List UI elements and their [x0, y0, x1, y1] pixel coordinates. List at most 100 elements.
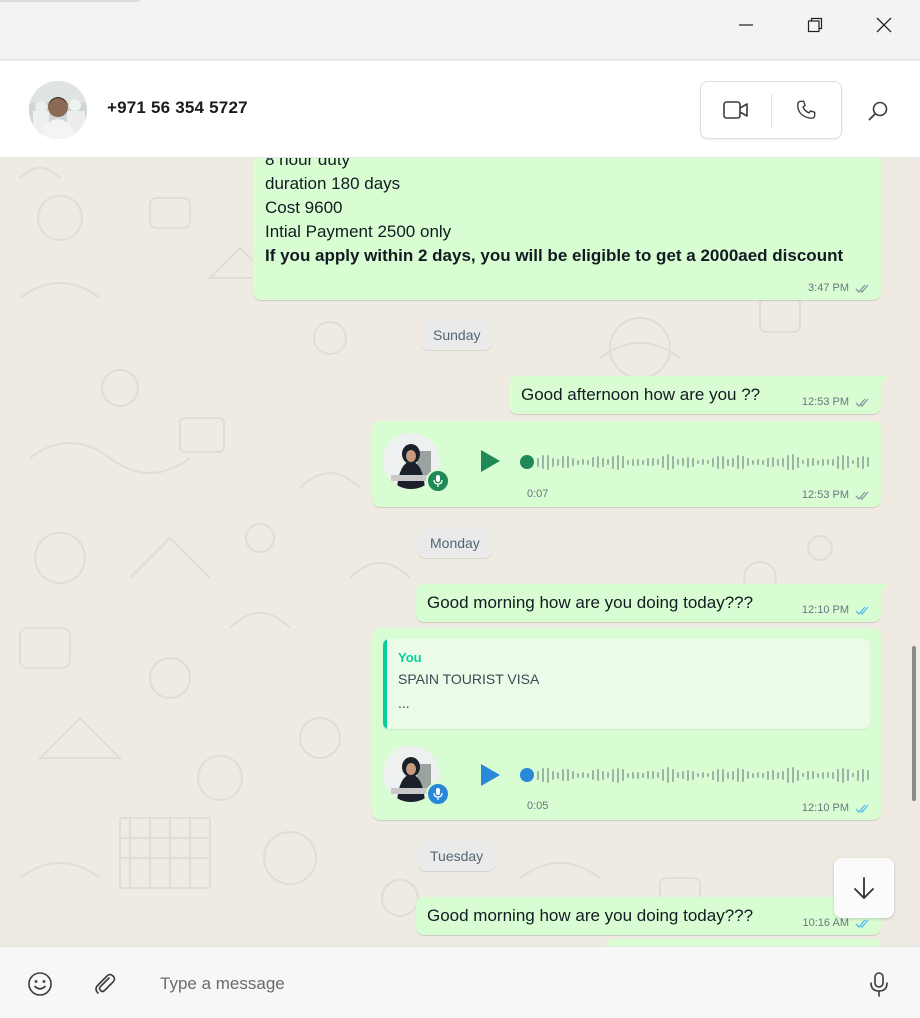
waveform-bar	[647, 458, 649, 466]
date-separator: Sunday	[421, 320, 493, 350]
scroll-to-bottom-button[interactable]	[834, 858, 894, 918]
waveform-bar	[787, 767, 789, 783]
chat-header: +971 56 354 5727	[0, 61, 920, 158]
attach-button[interactable]	[92, 971, 118, 997]
waveform-bar	[782, 457, 784, 467]
message-bubble-outgoing[interactable]: 8 hour duty duration 180 days Cost 9600 …	[253, 158, 881, 300]
chat-messages-area[interactable]: 8 hour duty duration 180 days Cost 9600 …	[0, 158, 920, 946]
message-bubble-outgoing[interactable]: Good morning how are you doing today??? …	[416, 897, 889, 935]
quoted-message[interactable]: You SPAIN TOURIST VISA ...	[383, 639, 870, 729]
waveform-bar	[592, 770, 594, 780]
waveform-bar	[792, 767, 794, 783]
voice-mic-badge	[426, 469, 450, 493]
waveform-bar	[727, 771, 729, 779]
waveform-bar	[607, 459, 609, 465]
waveform-bar	[842, 767, 844, 783]
waveform-bar	[542, 455, 544, 469]
waveform-bar	[767, 457, 769, 467]
message-meta: 12:10 PM	[802, 802, 871, 814]
arrow-down-icon	[854, 877, 874, 899]
message-time: 3:47 PM	[808, 282, 849, 294]
minimize-button[interactable]	[723, 8, 769, 42]
message-bubble-outgoing[interactable]: Good morning how are you doing today??? …	[416, 584, 889, 622]
waveform-bar	[857, 456, 859, 468]
contact-name[interactable]: +971 56 354 5727	[107, 98, 248, 118]
minimize-icon	[739, 24, 753, 26]
waveform-bar	[622, 769, 624, 781]
double-check-icon	[855, 491, 869, 500]
date-separator: Tuesday	[418, 841, 496, 871]
waveform-bar	[542, 768, 544, 782]
message-meta: 12:10 PM	[802, 604, 871, 616]
message-meta: 12:53 PM	[802, 489, 871, 501]
voice-play-button[interactable]	[476, 448, 502, 474]
close-window-button[interactable]	[861, 8, 907, 42]
chat-scrollbar[interactable]	[912, 646, 916, 801]
waveform-bar	[652, 771, 654, 779]
waveform-bar	[672, 768, 674, 782]
waveform-bar	[632, 458, 634, 466]
voice-message-bubble-with-reply[interactable]: You SPAIN TOURIST VISA ... 0:05 12:10 PM	[372, 628, 881, 820]
waveform-bar	[627, 459, 629, 465]
waveform-bar	[567, 769, 569, 781]
message-meta: 12:53 PM	[802, 396, 871, 408]
microphone-icon	[433, 788, 443, 800]
waveform-bar	[862, 768, 864, 782]
waveform-bar	[852, 460, 854, 464]
waveform-bar	[697, 460, 699, 464]
waveform-bar	[817, 772, 819, 778]
restore-button[interactable]	[792, 8, 838, 42]
play-icon	[481, 764, 500, 786]
waveform-bar	[597, 769, 599, 781]
emoji-button[interactable]	[27, 971, 53, 997]
waveform-bar	[767, 770, 769, 780]
waveform-bar	[632, 771, 634, 779]
voice-call-button[interactable]	[772, 82, 842, 138]
chat-search-button[interactable]	[866, 99, 890, 123]
message-bubble-outgoing[interactable]: Good afternoon how are you ?? 12:53 PM	[509, 376, 889, 414]
date-separator: Monday	[418, 528, 492, 558]
waveform-bar	[837, 768, 839, 782]
voice-progress-handle[interactable]	[520, 455, 534, 469]
message-bubble-outgoing-partial[interactable]	[606, 939, 881, 946]
contact-avatar[interactable]	[29, 81, 87, 139]
waveform-bar	[612, 455, 614, 469]
waveform-bar	[692, 457, 694, 467]
voice-message-bubble[interactable]: 0:07 12:53 PM	[372, 421, 881, 507]
message-text-bold: If you apply within 2 days, you will be …	[265, 246, 844, 265]
message-time: 12:10 PM	[801, 802, 849, 814]
waveform-bar	[742, 768, 744, 782]
message-time: 12:10 PM	[801, 604, 849, 616]
message-time: 10:16 AM	[802, 917, 849, 929]
voice-progress-handle[interactable]	[520, 768, 534, 782]
voice-waveform[interactable]	[537, 766, 869, 784]
waveform-bar	[867, 457, 869, 467]
waveform-bar	[547, 454, 549, 470]
voice-play-button[interactable]	[476, 762, 502, 788]
waveform-bar	[777, 458, 779, 466]
waveform-bar	[757, 459, 759, 465]
video-call-button[interactable]	[701, 82, 771, 138]
waveform-bar	[827, 772, 829, 778]
video-camera-icon	[722, 101, 748, 119]
waveform-bar	[647, 771, 649, 779]
waveform-bar	[587, 772, 589, 778]
waveform-bar	[692, 770, 694, 780]
waveform-bar	[577, 459, 579, 465]
message-input[interactable]	[148, 963, 838, 1005]
waveform-bar	[697, 773, 699, 777]
waveform-bar	[747, 458, 749, 466]
waveform-bar	[642, 772, 644, 778]
voice-record-button[interactable]	[866, 971, 892, 997]
waveform-bar	[787, 454, 789, 470]
waveform-bar	[782, 770, 784, 780]
waveform-bar	[667, 454, 669, 470]
waveform-bar	[637, 458, 639, 466]
voice-waveform[interactable]	[537, 453, 869, 471]
waveform-bar	[562, 769, 564, 781]
message-text-line: Intial Payment 2500 only	[265, 222, 452, 241]
waveform-bar	[757, 772, 759, 778]
double-check-read-icon	[855, 606, 869, 615]
waveform-bar	[842, 454, 844, 470]
double-check-icon	[855, 284, 869, 293]
